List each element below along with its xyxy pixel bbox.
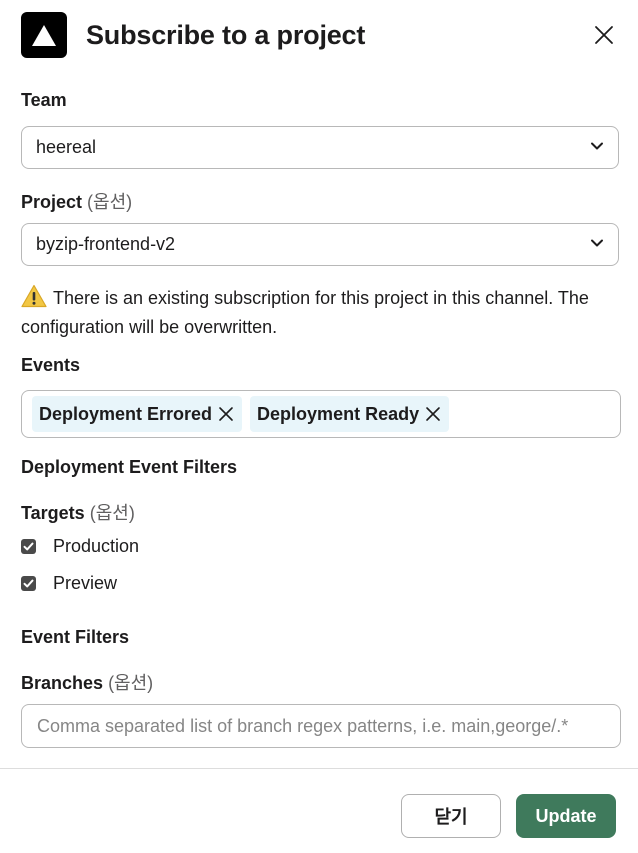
dialog-title: Subscribe to a project — [86, 20, 366, 50]
close-icon[interactable] — [590, 21, 618, 49]
team-label: Team — [21, 90, 67, 110]
project-select[interactable]: byzip-frontend-v2 — [21, 223, 619, 266]
preview-label: Preview — [53, 573, 118, 593]
chevron-down-icon — [590, 137, 604, 158]
project-select-value: byzip-frontend-v2 — [36, 234, 176, 254]
chip-label: Deployment Ready — [257, 403, 420, 424]
deployment-filters-heading: Deployment Event Filters — [21, 457, 238, 477]
vercel-logo-icon — [21, 12, 67, 58]
warning-icon — [21, 284, 47, 315]
chevron-down-icon — [590, 234, 604, 255]
events-label: Events — [21, 355, 81, 375]
footer-divider — [0, 768, 638, 769]
project-label: Project (옵션) — [21, 192, 133, 212]
optional-tag: (옵션) — [108, 673, 154, 693]
optional-tag: (옵션) — [89, 503, 135, 523]
close-button[interactable]: 닫기 — [401, 794, 501, 838]
target-preview: Preview — [21, 573, 117, 594]
warning-text: There is an existing subscription for th… — [21, 288, 589, 337]
events-multiselect[interactable]: Deployment Errored Deployment Ready — [21, 390, 621, 438]
event-filters-heading: Event Filters — [21, 627, 130, 647]
event-chip-deployment-ready: Deployment Ready — [250, 396, 450, 432]
remove-chip-icon[interactable] — [218, 406, 234, 422]
remove-chip-icon[interactable] — [425, 406, 441, 422]
branches-input[interactable] — [21, 704, 621, 748]
update-button[interactable]: Update — [516, 794, 616, 838]
team-select[interactable]: heereal — [21, 126, 619, 169]
production-checkbox[interactable] — [21, 539, 36, 554]
overwrite-warning: There is an existing subscription for th… — [21, 284, 621, 340]
branches-label: Branches (옵션) — [21, 673, 154, 693]
targets-label: Targets (옵션) — [21, 503, 135, 523]
dialog-header: Subscribe to a project — [21, 12, 618, 58]
event-chip-deployment-errored: Deployment Errored — [32, 396, 243, 432]
target-production: Production — [21, 536, 139, 557]
team-select-value: heereal — [36, 137, 97, 157]
chip-label: Deployment Errored — [39, 403, 213, 424]
production-label: Production — [53, 536, 140, 556]
optional-tag: (옵션) — [87, 192, 133, 212]
preview-checkbox[interactable] — [21, 576, 36, 591]
